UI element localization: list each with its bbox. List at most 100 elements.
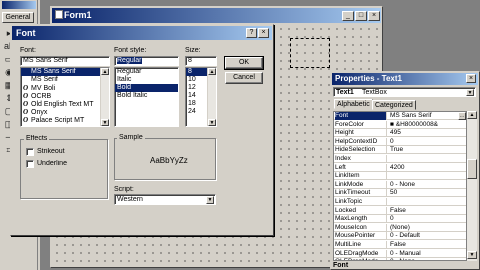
- property-value[interactable]: MS Sans Serif: [390, 112, 466, 120]
- ok-button[interactable]: OK: [224, 56, 264, 70]
- scroll-down-icon[interactable]: ▼: [208, 119, 216, 126]
- property-row[interactable]: LinkTimeout 50: [334, 189, 466, 198]
- property-value[interactable]: 495: [390, 129, 466, 137]
- font-style-list[interactable]: Regular Italic Bold Bold Italic: [114, 67, 179, 127]
- property-value[interactable]: 0 - Default: [390, 232, 466, 240]
- list-item-label: Old English Text MT: [31, 101, 94, 108]
- property-value[interactable]: 0 - None: [390, 258, 466, 260]
- font-list-scrollbar[interactable]: ▲ ▼: [100, 68, 109, 126]
- help-button[interactable]: ?: [246, 28, 257, 38]
- list-item[interactable]: Italic: [115, 76, 178, 84]
- property-name: Height: [335, 129, 387, 138]
- object-selector[interactable]: Text1 TextBox ▼: [333, 87, 476, 97]
- property-value[interactable]: True: [390, 146, 466, 154]
- scroll-down-icon[interactable]: ▼: [467, 251, 477, 259]
- textbox-control[interactable]: [290, 38, 330, 68]
- form1-title: Form1: [64, 10, 92, 20]
- list-item-label: 8: [188, 68, 192, 75]
- font-list[interactable]: MS Sans Serif MS Serif O MV Boli O OCRB O Old E…: [20, 67, 110, 127]
- property-row[interactable]: MousePointer 0 - Default: [334, 232, 466, 241]
- tab-categorized[interactable]: Categorized: [372, 100, 416, 110]
- property-row[interactable]: Locked False: [334, 206, 466, 215]
- tab-alphabetic[interactable]: Alphabetic: [334, 99, 373, 109]
- property-row[interactable]: Left 4200: [334, 163, 466, 172]
- property-value[interactable]: 0: [390, 215, 466, 223]
- property-value[interactable]: 0 - Manual: [390, 250, 466, 258]
- font-name-input[interactable]: MS Sans Serif: [20, 56, 110, 66]
- scroll-up-icon[interactable]: ▲: [208, 68, 216, 75]
- property-row[interactable]: OLEDropMode0 - None: [334, 258, 466, 260]
- list-item[interactable]: Bold Italic: [115, 92, 178, 100]
- property-row[interactable]: ForeColor ■ &H80000008&: [334, 120, 466, 129]
- scroll-thumb[interactable]: [467, 159, 477, 179]
- list-item[interactable]: Regular: [115, 68, 178, 76]
- list-item[interactable]: O Onyx: [21, 108, 109, 116]
- property-value[interactable]: 50: [390, 189, 466, 197]
- property-row[interactable]: LinkItem: [334, 172, 466, 181]
- scroll-up-icon[interactable]: ▲: [467, 111, 477, 119]
- properties-title: Properties - Text1: [335, 74, 402, 83]
- list-item[interactable]: O Palace Script MT: [21, 116, 109, 124]
- list-item[interactable]: Bold: [115, 84, 178, 92]
- property-value[interactable]: [390, 155, 466, 163]
- size-list-scrollbar[interactable]: ▲ ▼: [207, 68, 216, 126]
- property-row[interactable]: MouseIcon (None): [334, 223, 466, 232]
- property-row[interactable]: HelpContextID 0: [334, 137, 466, 146]
- effects-label: Effects: [24, 135, 50, 142]
- property-value[interactable]: False: [390, 207, 466, 215]
- script-select[interactable]: Western ▼: [114, 194, 216, 205]
- property-row[interactable]: OLEDragMode 0 - Manual: [334, 249, 466, 258]
- form-icon: [55, 10, 63, 19]
- sample-label: Sample: [117, 134, 145, 141]
- property-value[interactable]: False: [390, 241, 466, 249]
- underline-checkbox[interactable]: [26, 160, 34, 168]
- chevron-down-icon[interactable]: ▼: [206, 196, 214, 204]
- property-row[interactable]: MaxLength 0: [334, 215, 466, 224]
- list-item[interactable]: O OCRB: [21, 92, 109, 100]
- cancel-button[interactable]: Cancel: [225, 72, 263, 84]
- form1-titlebar[interactable]: [52, 8, 381, 23]
- property-grid[interactable]: Font MS Sans Serif… ForeColor ■ &H80000008&…: [333, 111, 467, 261]
- property-value[interactable]: 4200: [390, 164, 466, 172]
- dialog-close-button[interactable]: ×: [258, 28, 269, 38]
- property-value[interactable]: ■ &H80000008&: [390, 121, 466, 129]
- font-dialog-titlebar[interactable]: [12, 26, 272, 40]
- list-item-label: MS Serif: [31, 76, 58, 83]
- list-item[interactable]: MS Serif: [21, 76, 109, 84]
- list-item-label: Palace Script MT: [31, 117, 85, 124]
- property-name: MouseIcon: [335, 223, 387, 232]
- scroll-up-icon[interactable]: ▲: [101, 68, 109, 75]
- property-value[interactable]: 0 - None: [390, 181, 466, 189]
- list-item[interactable]: MS Sans Serif: [21, 68, 109, 76]
- property-row[interactable]: Font MS Sans Serif…: [334, 112, 466, 120]
- property-value[interactable]: [390, 198, 466, 206]
- close-button[interactable]: ×: [368, 11, 380, 21]
- chevron-down-icon[interactable]: ▼: [466, 89, 474, 96]
- size-input[interactable]: 8: [185, 56, 217, 66]
- toolbox-general-tab[interactable]: General: [2, 12, 34, 23]
- property-value[interactable]: 0: [390, 138, 466, 146]
- property-row[interactable]: LinkTopic: [334, 198, 466, 206]
- property-row[interactable]: Height 495: [334, 129, 466, 138]
- property-row[interactable]: HideSelection True: [334, 146, 466, 155]
- list-item[interactable]: O MV Boli: [21, 84, 109, 92]
- ellipsis-button[interactable]: …: [458, 112, 466, 120]
- property-value[interactable]: [390, 172, 466, 180]
- property-name: Font: [335, 112, 387, 120]
- property-row[interactable]: MultiLine False: [334, 241, 466, 249]
- list-item[interactable]: O Old English Text MT: [21, 100, 109, 108]
- property-value[interactable]: (None): [390, 224, 466, 232]
- property-name: OLEDragMode: [335, 249, 387, 258]
- list-item-label: 18: [188, 100, 196, 107]
- list-item-label: MV Boli: [31, 85, 56, 92]
- font-style-input[interactable]: Regular: [114, 56, 179, 66]
- properties-close-button[interactable]: ×: [466, 74, 476, 83]
- scroll-down-icon[interactable]: ▼: [101, 119, 109, 126]
- list-item-label: Italic: [117, 76, 132, 83]
- property-grid-scrollbar[interactable]: ▲ ▼: [467, 111, 477, 261]
- maximize-button[interactable]: □: [355, 11, 367, 21]
- property-row[interactable]: Index: [334, 155, 466, 163]
- property-row[interactable]: LinkMode 0 - None: [334, 180, 466, 189]
- minimize-button[interactable]: _: [342, 11, 354, 21]
- strikeout-checkbox[interactable]: [26, 148, 34, 156]
